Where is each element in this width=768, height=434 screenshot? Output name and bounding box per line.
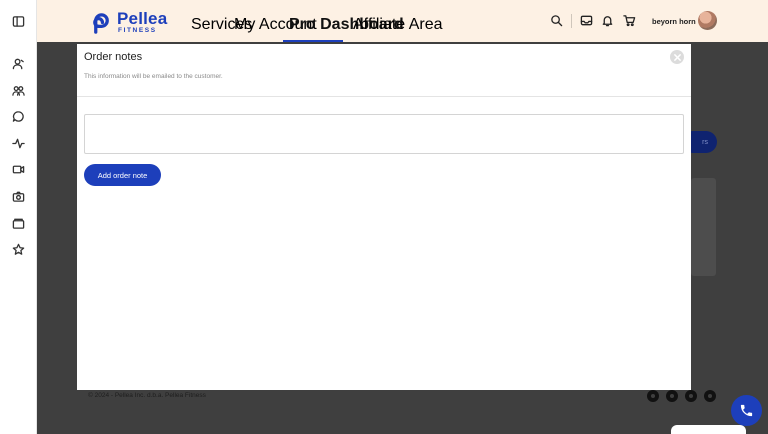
modal-divider [77,96,691,97]
cart-icon[interactable] [623,14,636,27]
sidebar-toggle-icon[interactable] [10,13,27,30]
brand-name: Pellea [117,8,168,28]
close-button[interactable] [670,50,684,64]
facebook-icon [647,390,659,402]
brand-tagline: FITNESS [118,26,157,34]
star-icon[interactable] [10,241,27,258]
background-panel [691,178,716,276]
chat-icon[interactable] [10,108,27,125]
activity-icon[interactable] [10,135,27,152]
nav-item-affiliate-area[interactable]: Affiliate Area [353,16,443,34]
close-icon [673,53,681,61]
folder-icon[interactable] [10,215,27,232]
brand-logo[interactable]: Pellea FITNESS [90,9,167,35]
inbox-icon[interactable] [580,14,593,27]
linkedin-icon [685,390,697,402]
search-icon[interactable] [550,14,563,27]
pellea-logo-icon [93,12,109,34]
add-order-note-button[interactable]: Add order note [84,164,161,186]
camera-icon[interactable] [10,188,27,205]
header-divider [571,14,572,28]
order-note-input[interactable] [84,114,684,154]
background-button-label: rs [702,138,708,146]
left-sidebar [0,0,37,434]
user-icon[interactable] [10,55,27,72]
order-notes-modal: Order notes This information will be ema… [77,44,691,390]
avatar[interactable] [698,11,717,30]
modal-title: Order notes [84,51,143,63]
call-button[interactable] [731,395,762,426]
footer-copyright: © 2024 - Pellea Inc. d.b.a. Pellea Fitne… [88,392,206,399]
users-icon[interactable] [10,82,27,99]
bell-icon[interactable] [601,14,614,27]
twitter-icon [704,390,716,402]
video-icon[interactable] [10,161,27,178]
user-name[interactable]: beyorn horn [652,17,696,26]
chat-widget-tab[interactable] [671,425,746,434]
top-header: Pellea FITNESS Services My Account Pro D… [37,0,768,42]
phone-icon [740,404,753,417]
modal-subtitle: This information will be emailed to the … [84,73,223,80]
instagram-icon [666,390,678,402]
